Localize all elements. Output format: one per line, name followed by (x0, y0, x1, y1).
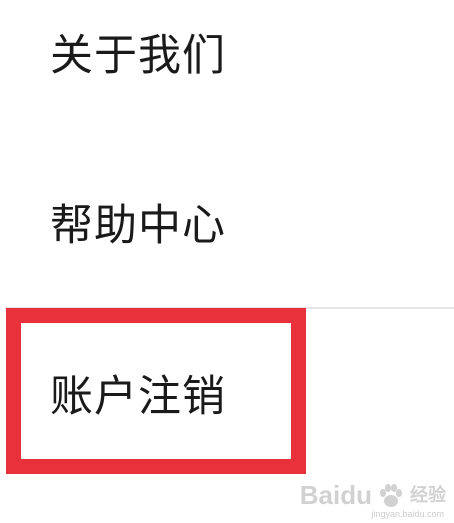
highlight-annotation-box (6, 308, 306, 474)
watermark-brand-suffix: du (340, 480, 372, 510)
paw-icon (380, 483, 402, 507)
menu-item-label: 帮助中心 (50, 201, 226, 251)
baidu-jingyan-watermark: Baidu 经验 (300, 480, 446, 511)
watermark-brand: Baidu (299, 480, 372, 510)
menu-item-help-center[interactable]: 帮助中心 (0, 170, 454, 280)
menu-item-about-us[interactable]: 关于我们 (0, 0, 454, 110)
watermark-url: jingyan.baidu.com (371, 509, 444, 519)
watermark-cn-text: 经验 (410, 484, 446, 506)
menu-item-label: 关于我们 (50, 31, 226, 81)
